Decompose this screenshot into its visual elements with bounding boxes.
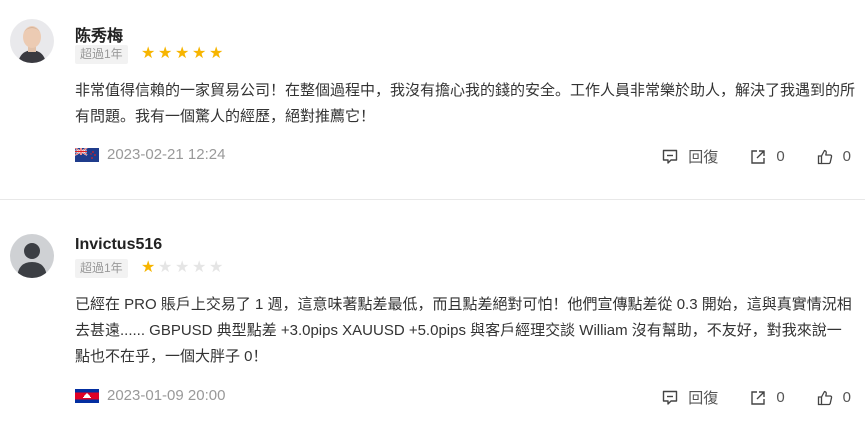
share-count: 0 (776, 148, 785, 165)
thumbs-up-icon (817, 390, 832, 405)
share-button[interactable]: 0 (750, 148, 785, 165)
star-icon: ★ (192, 259, 207, 276)
new-zealand-flag-icon (75, 147, 107, 162)
star-icon: ★ (158, 45, 173, 62)
star-rating: ★ ★ ★ ★ ★ (141, 44, 224, 64)
avatar[interactable] (10, 19, 54, 63)
star-icon: ★ (209, 259, 224, 276)
username: 陈秀梅 (75, 28, 124, 45)
like-button[interactable]: 0 (817, 389, 851, 406)
comment-icon (663, 390, 678, 405)
star-rating: ★ ★ ★ ★ ★ (141, 258, 224, 278)
like-count: 0 (842, 389, 851, 406)
review-date: 2023-02-21 12:24 (107, 146, 226, 163)
reply-label: 回復 (688, 390, 719, 407)
star-icon: ★ (192, 45, 207, 62)
review-text: 非常值得信賴的一家貿易公司！在整個過程中，我沒有擔心我的錢的安全。工作人員非常樂… (75, 82, 856, 125)
review-meta: 2023-02-21 12:24 (75, 146, 225, 163)
star-icon: ★ (158, 259, 173, 276)
review-item: 陈秀梅 超過1年 ★ ★ ★ ★ ★ 非常值得信賴的一家貿易公司！在整個過程中，… (0, 0, 865, 200)
avatar[interactable] (10, 234, 54, 278)
review-date: 2023-01-09 20:00 (107, 387, 226, 404)
star-icon: ★ (141, 259, 156, 276)
thumbs-up-icon (817, 149, 832, 164)
review-actions: 回復 0 0 (630, 387, 851, 408)
member-duration-badge: 超過1年 (75, 45, 128, 64)
review-text: 已經在 PRO 賬戶上交易了 1 週，這意味著點差最低，而且點差絕對可怕！他們宣… (75, 296, 852, 365)
like-count: 0 (842, 148, 851, 165)
username: Invictus516 (75, 236, 163, 253)
share-button[interactable]: 0 (750, 389, 785, 406)
review-item: Invictus516 超過1年 ★ ★ ★ ★ ★ 已經在 PRO 賬戶上交易… (0, 200, 865, 430)
reply-label: 回復 (688, 149, 719, 166)
star-icon: ★ (175, 45, 190, 62)
member-duration-badge: 超過1年 (75, 259, 128, 278)
star-icon: ★ (141, 45, 156, 62)
share-icon (751, 149, 766, 164)
star-icon: ★ (209, 45, 224, 62)
review-actions: 回復 0 0 (630, 146, 851, 167)
reply-button[interactable]: 回復 (662, 146, 718, 167)
reply-button[interactable]: 回復 (662, 387, 718, 408)
like-button[interactable]: 0 (817, 148, 851, 165)
review-meta: 2023-01-09 20:00 (75, 387, 225, 404)
share-icon (751, 390, 766, 405)
share-count: 0 (776, 389, 785, 406)
star-icon: ★ (175, 259, 190, 276)
cambodia-flag-icon (75, 388, 107, 403)
comment-icon (663, 149, 678, 164)
